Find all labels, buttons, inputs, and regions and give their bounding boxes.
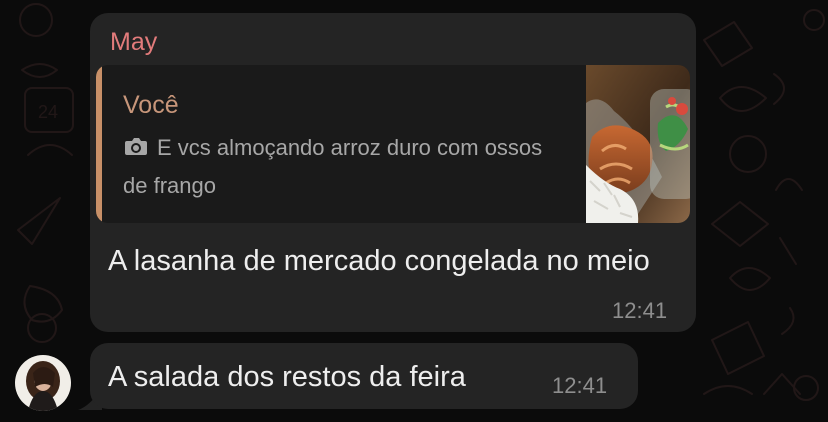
message-text: A lasanha de mercado congelada no meio	[108, 245, 650, 277]
camera-icon	[125, 138, 147, 155]
sender-name: May	[110, 28, 158, 56]
quoted-photo-thumbnail[interactable]	[586, 65, 690, 223]
quote-accent-bar	[96, 65, 102, 223]
received-message-bubble[interactable]: May Você E vcs almoçando arroz duro com …	[90, 13, 696, 332]
svg-text:24: 24	[38, 102, 58, 122]
received-message-bubble[interactable]: A salada dos restos da feira 12:41	[90, 343, 638, 409]
quoted-message-author: Você	[123, 91, 179, 119]
quoted-message-text: E vcs almoçando arroz duro com ossos de …	[123, 135, 543, 198]
avatar[interactable]	[15, 355, 71, 411]
message-text: A salada dos restos da feira	[108, 361, 466, 393]
avatar-photo	[15, 355, 71, 411]
quoted-message-text-wrapper: E vcs almoçando arroz duro com ossos de …	[123, 129, 563, 205]
quoted-reply-card[interactable]: Você E vcs almoçando arroz duro com osso…	[96, 65, 690, 223]
message-timestamp: 12:41	[612, 298, 668, 323]
message-timestamp: 12:41	[552, 373, 608, 398]
